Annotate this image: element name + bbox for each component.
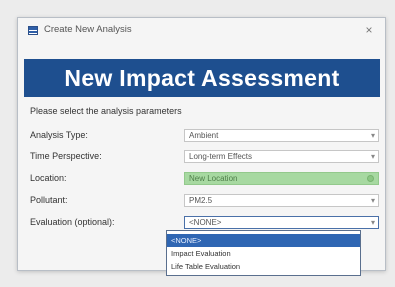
location-value: New Location: [189, 174, 238, 183]
chevron-down-icon: ▾: [370, 196, 375, 205]
time-perspective-label: Time Perspective:: [30, 151, 102, 161]
analysis-type-value: Ambient: [189, 131, 219, 140]
time-perspective-value: Long-term Effects: [189, 152, 252, 161]
location-valid-status-icon: [367, 175, 374, 182]
dialog-banner-title: New Impact Assessment: [24, 59, 380, 97]
pollutant-value: PM2.5: [189, 196, 213, 205]
window-title: Create New Analysis: [44, 24, 132, 35]
instructions-text: Please select the analysis parameters: [30, 106, 182, 116]
title-bar: Create New Analysis ×: [18, 18, 385, 44]
evaluation-value: <NONE>: [189, 218, 222, 227]
chevron-down-icon: ▾: [370, 152, 375, 161]
location-label: Location:: [30, 173, 67, 183]
evaluation-label: Evaluation (optional):: [30, 217, 115, 227]
pollutant-select[interactable]: PM2.5 ▾: [184, 194, 379, 207]
location-field[interactable]: New Location: [184, 172, 379, 185]
evaluation-select[interactable]: <NONE> ▾: [184, 216, 379, 229]
chevron-down-icon: ▾: [370, 218, 375, 227]
pollutant-label: Pollutant:: [30, 195, 68, 205]
analysis-type-select[interactable]: Ambient ▾: [184, 129, 379, 142]
analysis-type-label: Analysis Type:: [30, 130, 88, 140]
time-perspective-select[interactable]: Long-term Effects ▾: [184, 150, 379, 163]
evaluation-dropdown-list: <NONE> Impact Evaluation Life Table Eval…: [166, 230, 361, 276]
close-button[interactable]: ×: [363, 23, 375, 37]
dropdown-option-life-table-evaluation[interactable]: Life Table Evaluation: [167, 260, 360, 273]
dropdown-option-none[interactable]: <NONE>: [167, 234, 360, 247]
dropdown-option-impact-evaluation[interactable]: Impact Evaluation: [167, 247, 360, 260]
chevron-down-icon: ▾: [370, 131, 375, 140]
window-app-icon: [28, 26, 38, 35]
